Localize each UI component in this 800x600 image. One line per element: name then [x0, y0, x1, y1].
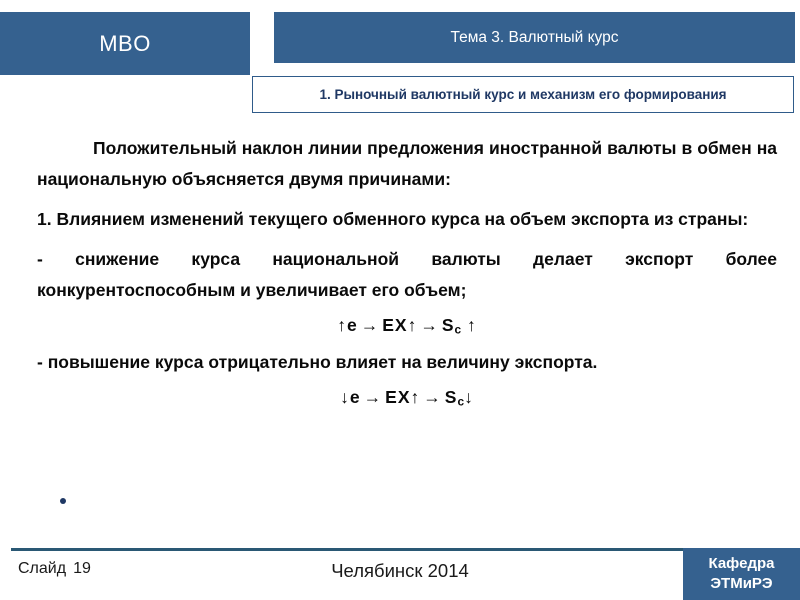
course-badge: MBO — [0, 12, 250, 75]
topic-title-bar: Тема 3. Валютный курс — [274, 12, 795, 63]
section-title-bar: 1. Рыночный валютный курс и механизм его… — [252, 76, 794, 113]
formula-1-ex: EX↑ — [382, 315, 418, 335]
formula-2-arrow-2: → — [423, 386, 442, 407]
section-title-label: 1. Рыночный валютный курс и механизм его… — [319, 87, 727, 102]
body-paragraph-1: Положительный наклон линии предложения и… — [37, 138, 777, 189]
topic-title-label: Тема 3. Валютный курс — [450, 28, 619, 46]
body-paragraph-2: 1. Влиянием изменений текущего обменного… — [37, 209, 749, 229]
formula-1-s-subscript: c — [454, 322, 462, 337]
body-paragraph-4: - повышение курса отрицательно влияет на… — [37, 351, 598, 372]
department-badge: Кафедра ЭТМиРЭ — [683, 548, 800, 600]
course-badge-label: MBO — [99, 30, 151, 56]
slide-body: Положительный наклон линии предложения и… — [37, 133, 777, 418]
footer-divider — [11, 548, 789, 551]
slide: MBO Тема 3. Валютный курс 1. Рыночный ва… — [0, 0, 800, 600]
formula-2-arrow-1: → — [363, 386, 383, 407]
formula-1-arrow-1: → — [360, 315, 380, 335]
formula-1-s: S — [441, 315, 455, 335]
body-paragraph-3: - снижение курса национальной валюты дел… — [37, 249, 777, 300]
formula-1-s-direction: ↑ — [467, 315, 477, 335]
formula-1: ↑e → EX↑ → Sc ↑ — [37, 315, 777, 337]
formula-2-e: ↓e — [340, 386, 361, 407]
formula-2-s-direction: ↓ — [464, 386, 474, 407]
formula-2: ↓e → EX↑ → Sc↓ — [37, 387, 777, 409]
department-badge-line-2: ЭТМиРЭ — [710, 575, 773, 592]
formula-2-ex: EX↑ — [385, 386, 421, 407]
department-badge-line-1: Кафедра — [708, 555, 775, 572]
trailing-bullet-item — [60, 498, 66, 504]
footer-city-year: Челябинск 2014 — [331, 560, 469, 581]
formula-2-s: S — [444, 386, 458, 407]
formula-1-e: ↑e — [337, 315, 358, 335]
formula-1-arrow-2: → — [420, 315, 439, 335]
bullet-dot-icon — [60, 498, 66, 504]
